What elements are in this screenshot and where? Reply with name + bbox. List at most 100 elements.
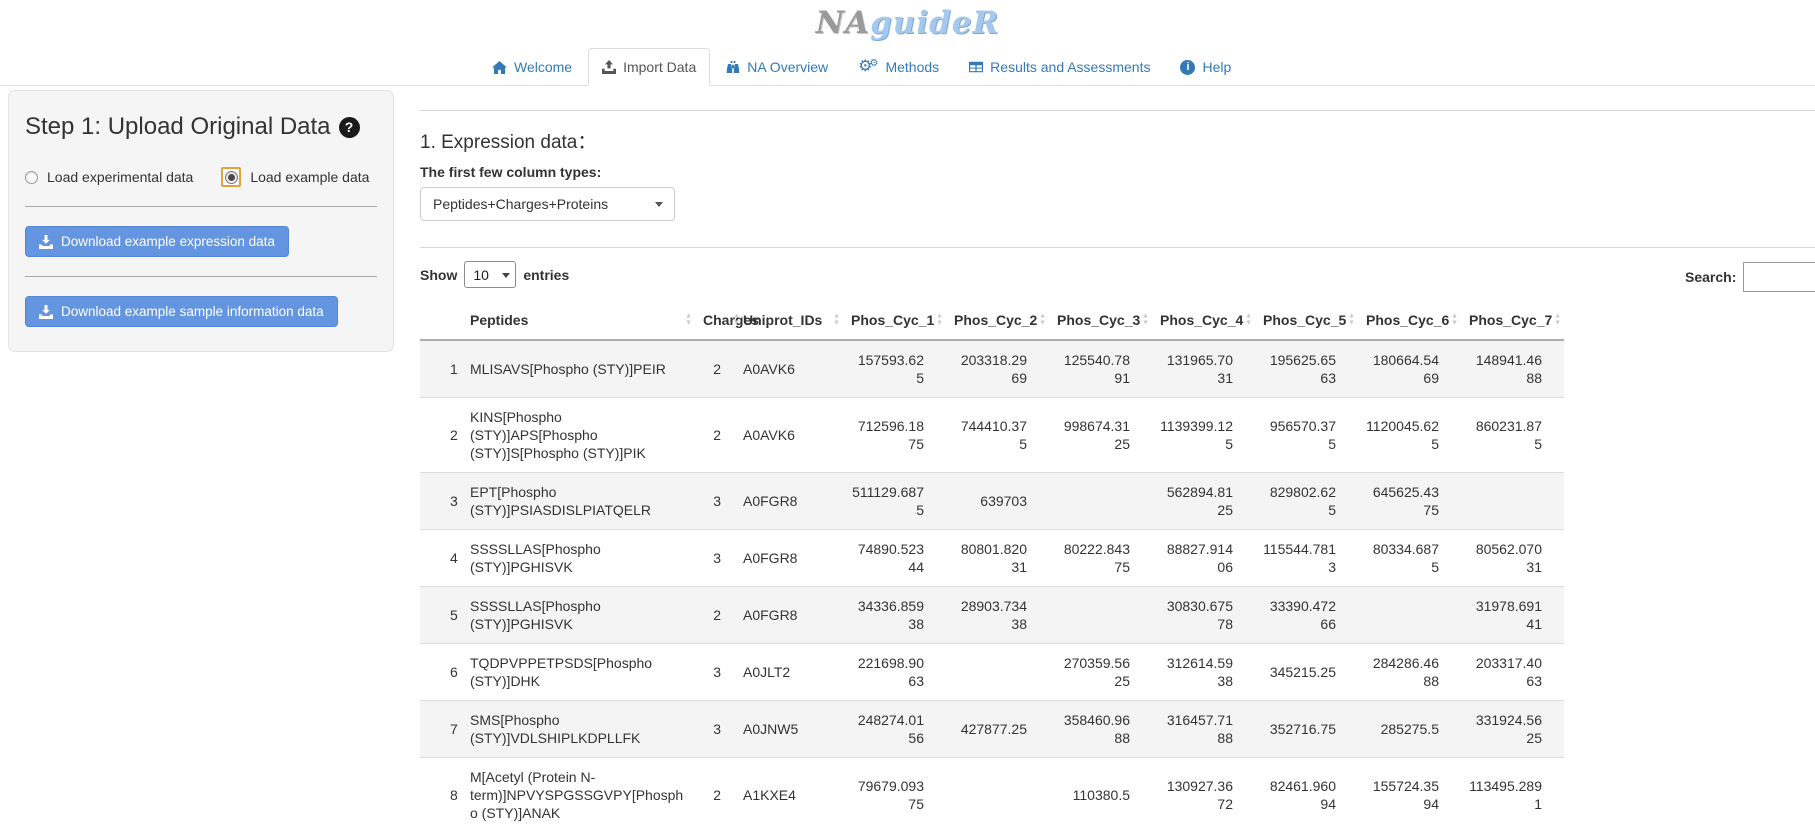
column-header-phos-cyc-3[interactable]: Phos_Cyc_3▲▼ (1049, 301, 1152, 340)
tab-results-and-assessments[interactable]: Results and Assessments (955, 48, 1164, 86)
tab-welcome[interactable]: Welcome (478, 48, 586, 86)
table-row[interactable]: 4SSSSLLAS[Phospho (STY)]PGHISVK3A0FGR874… (420, 530, 1564, 587)
nav-item: ⚙⚙Methods (844, 48, 953, 86)
column-header-phos-cyc-4[interactable]: Phos_Cyc_4▲▼ (1152, 301, 1255, 340)
download-sample-info-button[interactable]: Download example sample information data (25, 296, 338, 327)
cell-intensity: 270359.5625 (1049, 644, 1152, 701)
radio-load-example-data[interactable]: Load example data (221, 167, 369, 187)
nav-item: NA Overview (712, 48, 842, 86)
cell-uniprot-id: A0FGR8 (743, 587, 843, 644)
caret-down-icon (655, 202, 663, 207)
nav-item: Help (1166, 48, 1245, 86)
cell-intensity: 74890.52344 (843, 530, 946, 587)
cell-intensity: 80334.6875 (1358, 530, 1461, 587)
tab-label: NA Overview (747, 59, 828, 75)
upload-icon (602, 60, 616, 74)
radio-load-experimental-data[interactable]: Load experimental data (25, 169, 193, 185)
table-row[interactable]: 2KINS[Phospho (STY)]APS[Phospho (STY)]S[… (420, 398, 1564, 473)
tab-help[interactable]: Help (1166, 48, 1245, 86)
table-row[interactable]: 8M[Acetyl (Protein N-term)]NPVYSPGSSGVPY… (420, 758, 1564, 826)
cell-intensity: 316457.7188 (1152, 701, 1255, 758)
binoculars-icon (726, 60, 740, 74)
cell-peptides: EPT[Phospho (STY)]PSIASDISLPIATQELR (470, 473, 695, 530)
cell-charges: 3 (695, 701, 743, 758)
cell-charges: 3 (695, 473, 743, 530)
entries-label: entries (523, 267, 569, 283)
cell-intensity: 221698.9063 (843, 644, 946, 701)
cell-peptides: SSSSLLAS[Phospho (STY)]PGHISVK (470, 587, 695, 644)
divider (25, 276, 377, 277)
column-header-phos-cyc-5[interactable]: Phos_Cyc_5▲▼ (1255, 301, 1358, 340)
search-input[interactable] (1743, 262, 1815, 292)
data-source-radio-group: Load experimental data Load example data (25, 167, 377, 187)
cell-intensity: 511129.6875 (843, 473, 946, 530)
divider (420, 110, 1815, 111)
cell-intensity: 30830.67578 (1152, 587, 1255, 644)
tab-import-data[interactable]: Import Data (588, 48, 710, 86)
divider (25, 206, 377, 207)
column-header-label: Phos_Cyc_6 (1366, 312, 1449, 328)
cell-charges: 2 (695, 587, 743, 644)
cell-intensity: 248274.0156 (843, 701, 946, 758)
tab-na-overview[interactable]: NA Overview (712, 48, 842, 86)
cell-peptides: TQDPVPPETPSDS[Phospho (STY)]DHK (470, 644, 695, 701)
cell-charges: 2 (695, 398, 743, 473)
cell-uniprot-id: A0FGR8 (743, 530, 843, 587)
cell-uniprot-id: A1KXE4 (743, 758, 843, 826)
sort-icon: ▲▼ (1554, 314, 1561, 327)
cell-intensity: 331924.5625 (1461, 701, 1564, 758)
tab-label: Welcome (514, 59, 572, 75)
cell-intensity: 203317.4063 (1461, 644, 1564, 701)
radio-label: Load example data (250, 169, 369, 185)
home-icon (492, 61, 507, 74)
download-expression-label: Download example expression data (61, 234, 275, 249)
tab-methods[interactable]: ⚙⚙Methods (844, 48, 953, 86)
column-header-label: Phos_Cyc_2 (954, 312, 1037, 328)
column-header-phos-cyc-2[interactable]: Phos_Cyc_2▲▼ (946, 301, 1049, 340)
sort-icon: ▲▼ (1039, 314, 1046, 327)
cell-peptides: MLISAVS[Phospho (STY)]PEIR (470, 340, 695, 398)
download-expression-button[interactable]: Download example expression data (25, 226, 289, 257)
tab-label: Help (1202, 59, 1231, 75)
cell-peptides: KINS[Phospho (STY)]APS[Phospho (STY)]S[P… (470, 398, 695, 473)
column-header-charges[interactable]: Charges▲▼ (695, 301, 743, 340)
column-header-label: Phos_Cyc_5 (1263, 312, 1346, 328)
cell-intensity: 115544.7813 (1255, 530, 1358, 587)
table-row[interactable]: 1MLISAVS[Phospho (STY)]PEIR2A0AVK6157593… (420, 340, 1564, 398)
info-circle-icon (1180, 60, 1195, 75)
cell-intensity: 860231.875 (1461, 398, 1564, 473)
cell-intensity: 427877.25 (946, 701, 1049, 758)
cell-intensity (946, 644, 1049, 701)
gears-icon: ⚙⚙ (858, 59, 878, 75)
column-header-phos-cyc-1[interactable]: Phos_Cyc_1▲▼ (843, 301, 946, 340)
table-search: Search: (1685, 262, 1815, 292)
row-index: 2 (420, 398, 470, 473)
table-row[interactable]: 6TQDPVPPETPSDS[Phospho (STY)]DHK3A0JLT22… (420, 644, 1564, 701)
table-row[interactable]: 5SSSSLLAS[Phospho (STY)]PGHISVK2A0FGR834… (420, 587, 1564, 644)
cell-intensity: 82461.96094 (1255, 758, 1358, 826)
cell-intensity: 358460.9688 (1049, 701, 1152, 758)
app-header: NAguideR Welcome Import Data NA Overview ⚙⚙… (0, 0, 1815, 86)
radio-selected-icon (225, 171, 238, 184)
column-header-phos-cyc-6[interactable]: Phos_Cyc_6▲▼ (1358, 301, 1461, 340)
sort-icon: ▲▼ (733, 314, 740, 327)
import-data-tab-content: 1. Expression data： The first few column… (420, 110, 1815, 826)
table-row[interactable]: 3EPT[Phospho (STY)]PSIASDISLPIATQELR3A0F… (420, 473, 1564, 530)
cell-intensity: 113495.2891 (1461, 758, 1564, 826)
column-header-peptides[interactable]: Peptides▲▼ (470, 301, 695, 340)
column-header-label: Phos_Cyc_7 (1469, 312, 1552, 328)
app-logo: NAguideR (0, 0, 1815, 48)
cell-intensity: 157593.625 (843, 340, 946, 398)
cell-intensity: 80222.84375 (1049, 530, 1152, 587)
cell-peptides: SSSSLLAS[Phospho (STY)]PGHISVK (470, 530, 695, 587)
column-header-phos-cyc-7[interactable]: Phos_Cyc_7▲▼ (1461, 301, 1564, 340)
row-index: 3 (420, 473, 470, 530)
cell-intensity: 712596.1875 (843, 398, 946, 473)
page-length-select[interactable]: 10 (464, 261, 516, 288)
question-circle-icon[interactable] (339, 117, 360, 138)
radio-label: Load experimental data (47, 169, 193, 185)
cell-charges: 3 (695, 644, 743, 701)
column-types-select[interactable]: Peptides+Charges+Proteins (420, 187, 675, 221)
column-header-uniprot-ids[interactable]: Uniprot_IDs▲▼ (743, 301, 843, 340)
table-row[interactable]: 7SMS[Phospho (STY)]VDLSHIPLKDPLLFK3A0JNW… (420, 701, 1564, 758)
